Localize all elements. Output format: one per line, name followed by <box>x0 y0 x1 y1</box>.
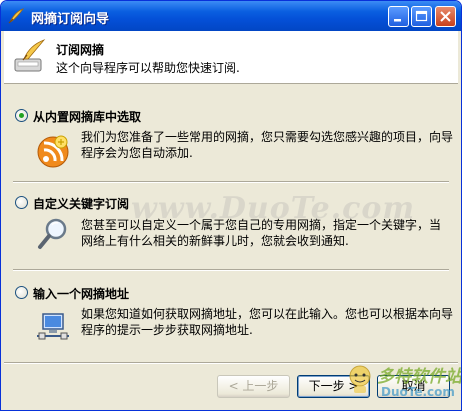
magnifier-icon <box>38 218 67 249</box>
rss-feed-icon <box>37 135 69 168</box>
back-button[interactable]: < 上一步 <box>217 375 290 398</box>
wizard-header: 订阅网摘 这个向导程序可以帮助您快速订阅. <box>4 31 458 84</box>
close-icon <box>440 11 451 22</box>
radio-custom-keyword[interactable] <box>15 196 28 209</box>
option-label[interactable]: 输入一个网摘地址 <box>33 285 129 302</box>
option-description-line: 如果您知道如何获取网摘地址，您可以在此输入。您也可以根据本向导 <box>81 307 454 321</box>
radio-enter-address[interactable] <box>15 286 28 299</box>
corner-watermark: 多特软件站 DuoTe.com <box>347 360 461 406</box>
title-bar[interactable]: 网摘订阅向导 <box>1 1 461 31</box>
option-label[interactable]: 从内置网摘库中选取 <box>33 108 141 125</box>
close-button[interactable] <box>435 6 456 27</box>
corner-watermark-en: DuoTe.com <box>381 385 455 399</box>
option-description: 如果您知道如何获取网摘地址，您可以在此输入。您也可以根据本向导 程序的提示一步步… <box>81 306 453 338</box>
header-title: 订阅网摘 <box>56 43 105 57</box>
network-computer-icon <box>37 313 69 340</box>
minimize-button[interactable] <box>388 6 409 27</box>
option-label[interactable]: 自定义关键字订阅 <box>33 195 129 212</box>
option-description: 我们为您准备了一些常用的网摘，您只需要勾选您感兴趣的项目，向导 程序会为您自动添… <box>81 129 453 161</box>
feather-app-icon <box>8 8 25 24</box>
option-divider <box>13 181 449 183</box>
window-title: 网摘订阅向导 <box>31 12 110 27</box>
subscribe-wizard-icon <box>14 39 46 72</box>
wizard-window: 网摘订阅向导 订阅网摘 这个向导程序可以帮助您快速订阅. www.DuoTe.c… <box>0 0 462 411</box>
option-description-line: 程序的提示一步步获取网摘地址. <box>81 323 253 337</box>
option-description-line: 程序会为您自动添加. <box>81 146 193 160</box>
minimize-icon <box>394 19 401 22</box>
option-description-line: 您甚至可以自定义一个属于您自己的专用网摘，指定一个关键字，当 <box>81 218 442 232</box>
maximize-icon <box>415 10 428 22</box>
option-description-line: 我们为您准备了一些常用的网摘，您只需要勾选您感兴趣的项目，向导 <box>81 130 454 144</box>
radio-builtin-library[interactable] <box>15 109 28 122</box>
maximize-button[interactable] <box>411 6 432 27</box>
mascot-logo-icon <box>349 365 371 393</box>
option-divider <box>13 269 449 271</box>
option-description: 您甚至可以自定义一个属于您自己的专用网摘，指定一个关键字，当 网络上有什么相关的… <box>81 217 453 249</box>
header-description: 这个向导程序可以帮助您快速订阅. <box>56 61 240 75</box>
corner-watermark-cn: 多特软件站 <box>377 367 462 387</box>
option-description-line: 网络上有什么相关的新鲜事儿时，您就会收到通知. <box>81 234 349 248</box>
